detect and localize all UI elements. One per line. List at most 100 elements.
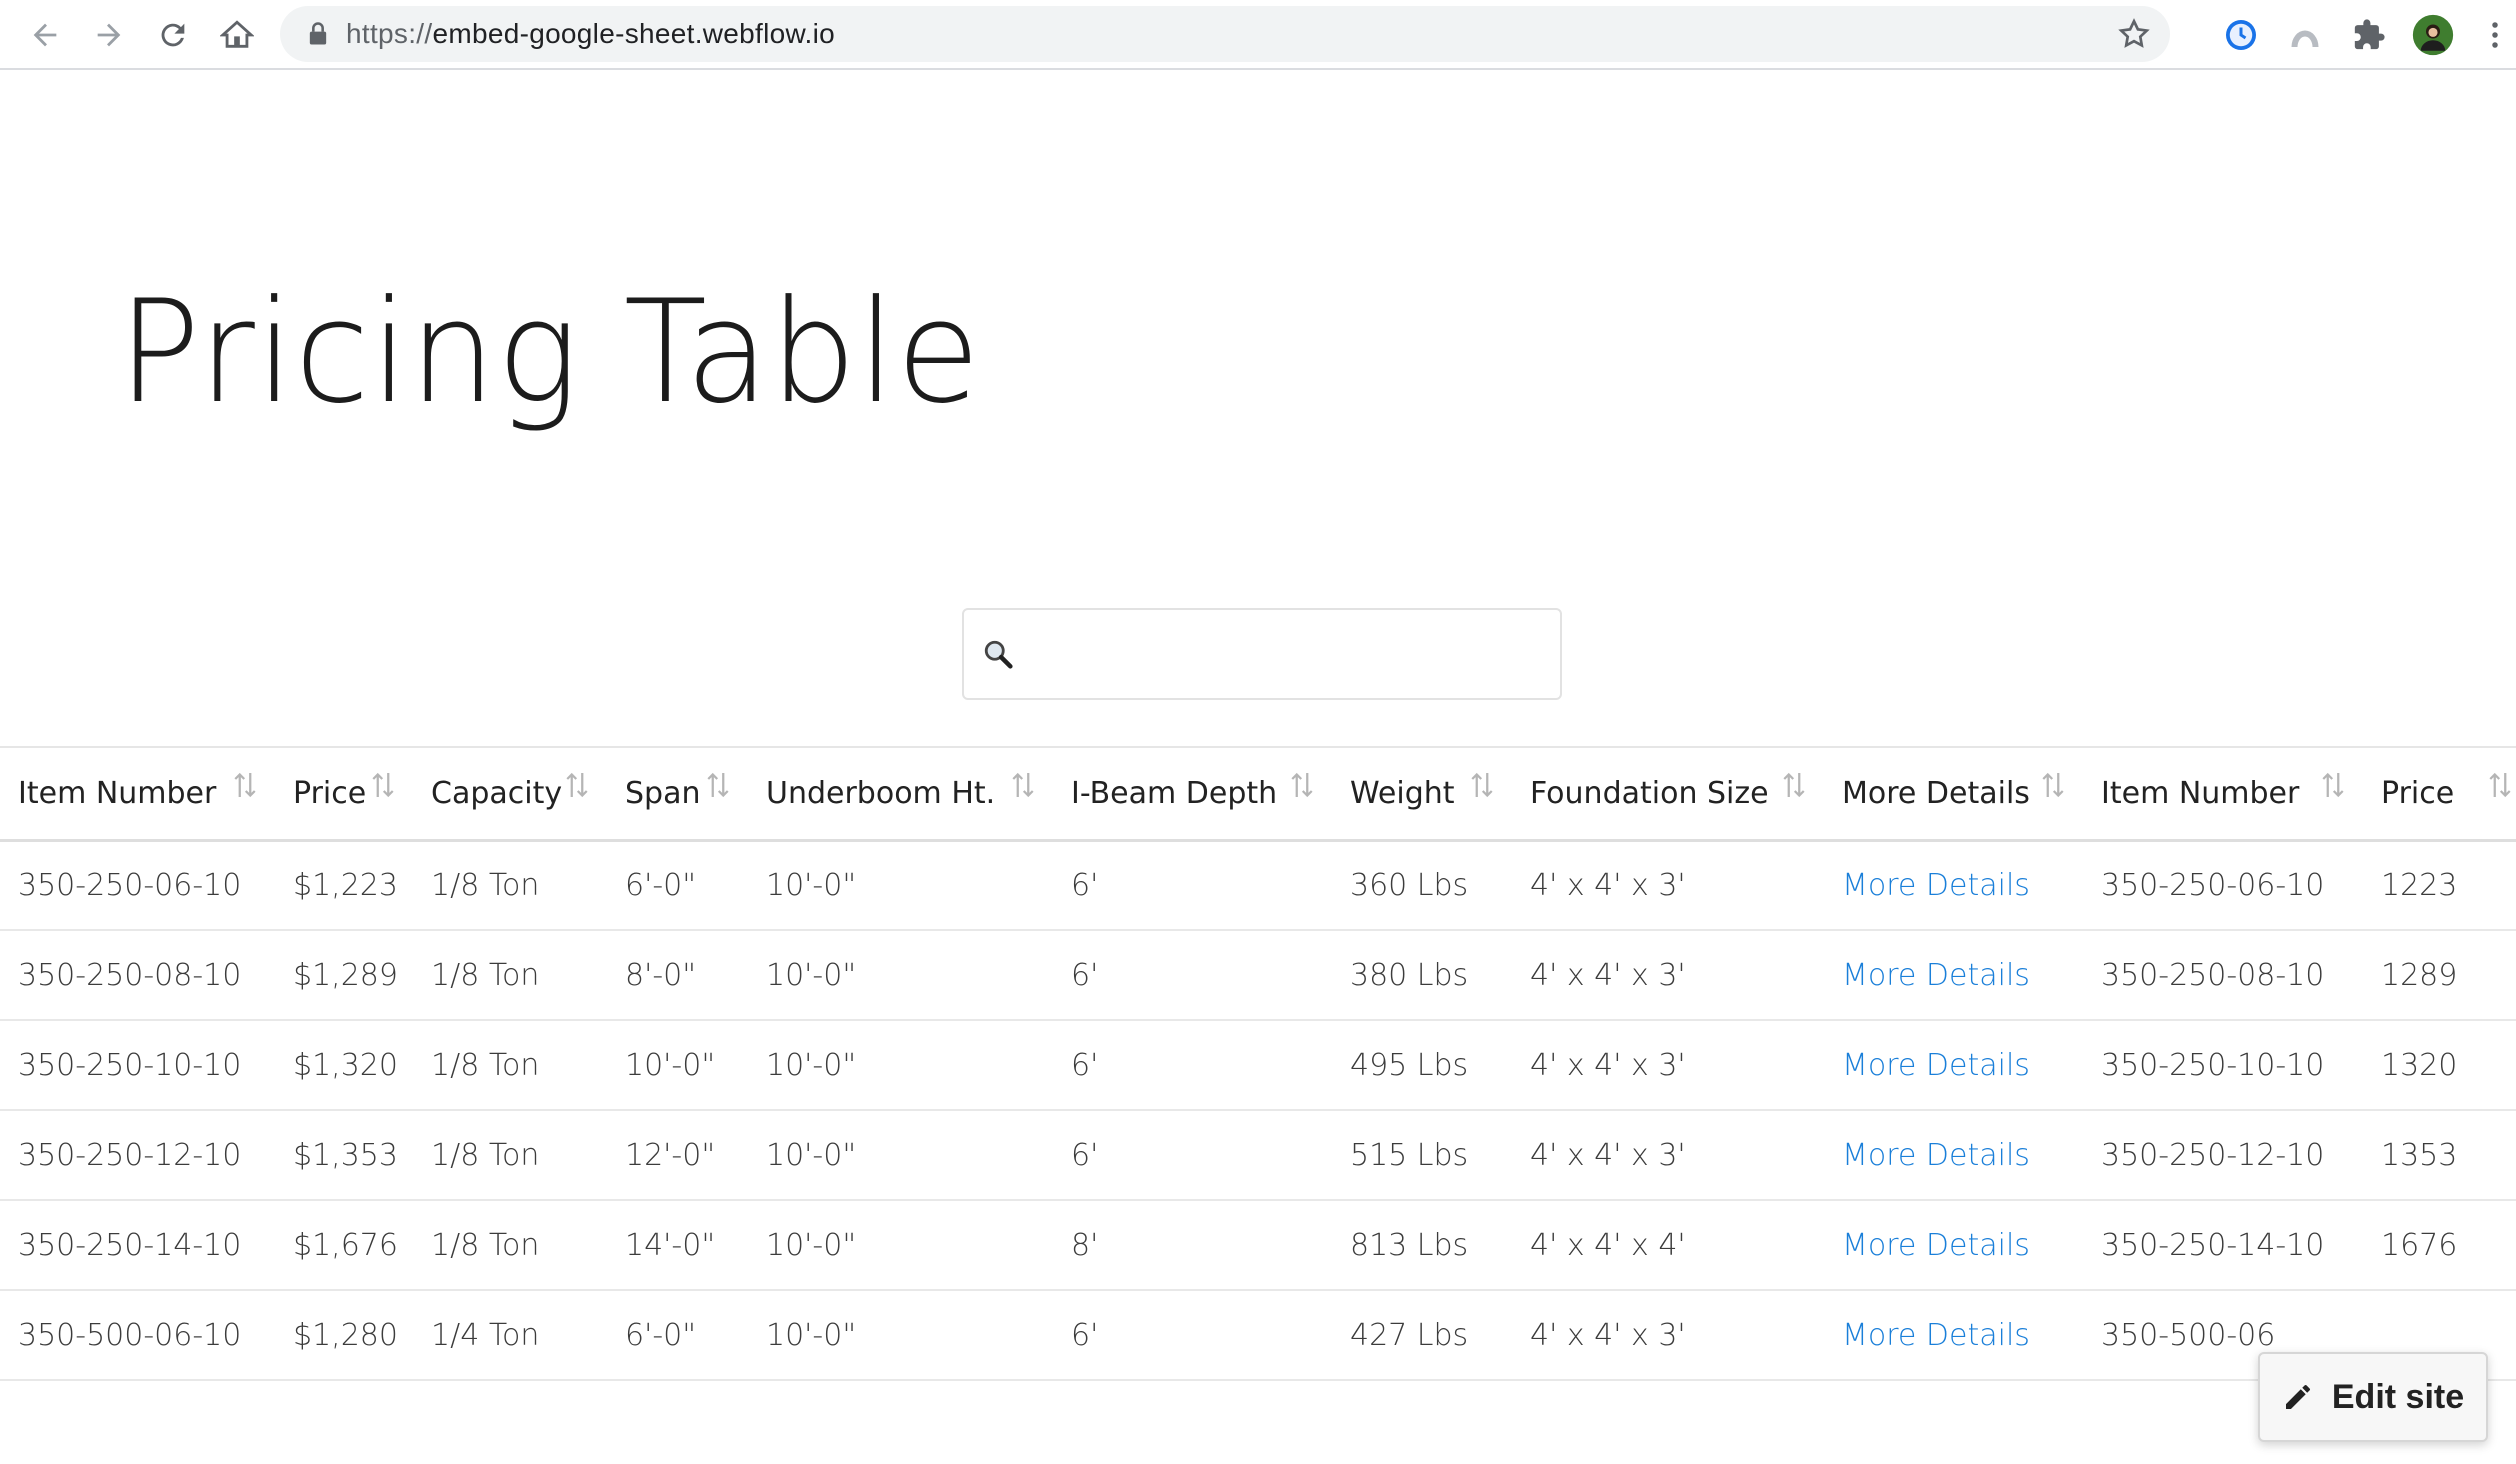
column-header-label: Price [293,775,367,811]
sort-arrows-icon[interactable] [1782,770,1806,800]
table-cell: $1,223 [275,840,413,931]
sort-arrows-icon[interactable] [1470,770,1494,800]
table-cell: 350-250-06-10 [0,840,275,931]
table-cell: 1/8 Ton [413,1020,607,1111]
more-details-link[interactable]: More Details [1824,1020,2083,1111]
column-header[interactable]: Item Number [2083,748,2363,842]
column-header[interactable]: Item Number [0,748,275,842]
table-cell: 1/8 Ton [413,1200,607,1291]
table-cell: 12'-0" [607,1110,748,1201]
table-cell: 360 Lbs [1332,840,1512,931]
home-button[interactable] [214,12,260,58]
table-cell: 6' [1053,1110,1332,1201]
table-cell: 10'-0" [748,840,1053,931]
address-bar[interactable]: https://embed-google-sheet.webflow.io [280,6,2170,62]
column-header[interactable]: Price [275,748,413,842]
extensions-button[interactable] [2348,14,2390,56]
sort-arrows-icon[interactable] [706,770,730,800]
profile-avatar[interactable] [2412,14,2454,56]
sort-arrows-icon[interactable] [2321,770,2345,800]
column-header-label: Underboom Ht. [766,775,996,811]
table-cell: 350-500-06-10 [0,1290,275,1381]
table-cell: $1,676 [275,1200,413,1291]
table-cell: 350-250-10-10 [2083,1020,2363,1111]
browser-menu-button[interactable] [2480,14,2510,56]
table-cell: 350-250-08-10 [2083,930,2363,1021]
extension-arc-button[interactable] [2284,14,2326,56]
search-input[interactable] [1028,620,1548,690]
table-cell: 350-250-08-10 [0,930,275,1021]
table-cell: 6' [1053,930,1332,1021]
table-cell: 515 Lbs [1332,1110,1512,1201]
sort-arrows-icon[interactable] [565,770,589,800]
table-cell: 4' x 4' x 3' [1512,1110,1824,1201]
url-host: embed-google-sheet.webflow.io [432,18,835,49]
pricing-table: Item Number Price Capacity Span Underboom Ht… [0,748,2516,1381]
table-cell: 10'-0" [748,930,1053,1021]
more-details-link[interactable]: More Details [1824,840,2083,931]
column-header[interactable]: Span [607,748,748,842]
table-cell: 1676 [2363,1200,2516,1291]
sort-arrows-icon[interactable] [2488,770,2512,800]
sort-arrows-icon[interactable] [2041,770,2065,800]
page-title: Pricing Table [118,270,982,435]
home-icon [220,20,254,48]
puzzle-icon [2354,19,2385,50]
table-cell: 1320 [2363,1020,2516,1111]
table-row: 350-250-14-10 $1,676 1/8 Ton 14'-0" 10'-0" 8'… [0,1200,2516,1291]
more-details-link[interactable]: More Details [1824,1110,2083,1201]
column-header[interactable]: Foundation Size [1512,748,1824,842]
column-header-label: More Details [1842,775,2030,811]
table-cell: 1/8 Ton [413,840,607,931]
table-cell: 4' x 4' x 3' [1512,1290,1824,1381]
column-header-label: I-Beam Depth [1071,775,1278,811]
column-header[interactable]: More Details [1824,748,2083,842]
extension-clock-button[interactable] [2220,14,2262,56]
column-header[interactable]: Price [2363,748,2516,842]
column-header[interactable]: Weight [1332,748,1512,842]
more-details-link[interactable]: More Details [1824,930,2083,1021]
table-cell: 6'-0" [607,1290,748,1381]
table-cell: 4' x 4' x 3' [1512,930,1824,1021]
column-header[interactable]: I-Beam Depth [1053,748,1332,842]
more-details-link[interactable]: More Details [1824,1290,2083,1381]
table-cell: 6' [1053,1290,1332,1381]
table-cell: 1223 [2363,840,2516,931]
back-button[interactable] [22,12,68,58]
lock-icon [309,22,327,45]
edit-site-button[interactable]: Edit site [2258,1352,2488,1442]
table-cell: 1/8 Ton [413,930,607,1021]
table-cell: 4' x 4' x 4' [1512,1200,1824,1291]
pricing-table-container: Item Number Price Capacity Span Underboom Ht… [0,746,2516,1396]
arc-icon [2291,30,2319,47]
column-header[interactable]: Underboom Ht. [748,748,1053,842]
table-cell: 350-250-14-10 [0,1200,275,1291]
sort-arrows-icon[interactable] [371,770,395,800]
column-header-label: Weight [1350,775,1455,811]
table-cell: 10'-0" [748,1110,1053,1201]
bookmark-star-icon[interactable] [2116,16,2152,52]
table-cell: 8' [1053,1200,1332,1291]
table-cell: 350-250-12-10 [2083,1110,2363,1201]
table-cell: 350-250-14-10 [2083,1200,2363,1291]
forward-button[interactable] [86,12,132,58]
table-cell: 6' [1053,1020,1332,1111]
reload-button[interactable] [150,12,196,58]
table-cell: $1,353 [275,1110,413,1201]
table-cell: 8'-0" [607,930,748,1021]
table-cell: 427 Lbs [1332,1290,1512,1381]
column-header[interactable]: Capacity [413,748,607,842]
table-cell: 350-250-06-10 [2083,840,2363,931]
sort-arrows-icon[interactable] [1011,770,1035,800]
table-cell: 1/4 Ton [413,1290,607,1381]
avatar-icon [2412,14,2454,56]
url-text: https://embed-google-sheet.webflow.io [346,18,835,50]
sort-arrows-icon[interactable] [1290,770,1314,800]
search-box[interactable] [962,608,1562,700]
more-details-link[interactable]: More Details [1824,1200,2083,1291]
sort-arrows-icon[interactable] [233,770,257,800]
table-row: 350-500-06-10 $1,280 1/4 Ton 6'-0" 10'-0" 6' 4… [0,1290,2516,1381]
column-header-label: Price [2381,775,2455,811]
table-cell: 350-250-12-10 [0,1110,275,1201]
table-cell: 10'-0" [748,1290,1053,1381]
